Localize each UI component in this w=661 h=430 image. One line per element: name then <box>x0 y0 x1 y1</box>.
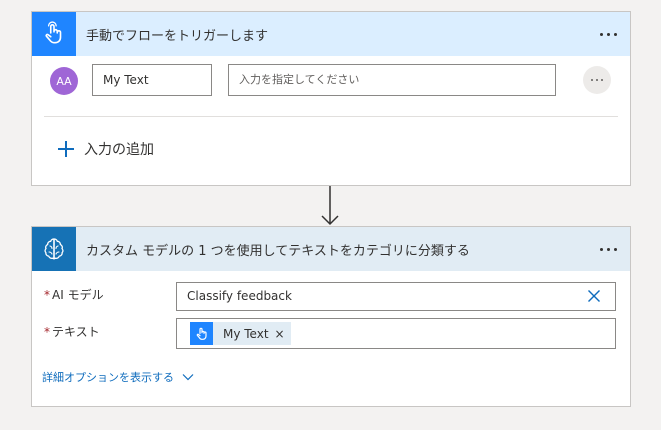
trigger-more-button[interactable] <box>596 24 620 44</box>
hand-tap-icon <box>32 12 76 56</box>
trigger-header[interactable]: 手動でフローをトリガーします <box>32 12 630 56</box>
show-advanced-options-link[interactable]: 詳細オプションを表示する <box>42 369 194 385</box>
trigger-card: 手動でフローをトリガーします AA My Text 入力を指定してください 入力… <box>31 11 631 186</box>
trigger-input-row: AA My Text 入力を指定してください <box>32 56 630 116</box>
close-icon[interactable] <box>587 289 601 303</box>
input-more-button[interactable] <box>583 66 611 94</box>
input-name-field[interactable]: My Text <box>92 64 212 96</box>
more-dots-icon <box>591 79 603 81</box>
action-card: カスタム モデルの 1 つを使用してテキストをカテゴリに分類する * AI モデル… <box>31 226 631 407</box>
divider <box>44 116 618 117</box>
required-mark: * <box>44 325 50 339</box>
ai-brain-icon <box>32 227 76 271</box>
avatar-text: AA <box>56 74 72 88</box>
required-mark: * <box>44 288 50 302</box>
ai-model-label-text: AI モデル <box>52 288 104 302</box>
trigger-title: 手動でフローをトリガーします <box>86 28 269 44</box>
chevron-down-icon <box>182 374 194 381</box>
add-input-label: 入力の追加 <box>84 142 154 158</box>
ai-model-label: * AI モデル <box>44 286 104 303</box>
input-prompt-field[interactable]: 入力を指定してください <box>228 64 556 96</box>
ai-model-value: Classify feedback <box>187 289 292 303</box>
add-input-button[interactable]: 入力の追加 <box>58 139 154 159</box>
text-label: * テキスト <box>44 323 100 340</box>
more-dots-icon <box>599 32 617 36</box>
hand-tap-icon <box>190 322 213 345</box>
advanced-options-label: 詳細オプションを表示する <box>42 371 174 384</box>
dynamic-content-token[interactable]: My Text × <box>190 322 291 345</box>
text-type-avatar: AA <box>50 67 78 95</box>
more-dots-icon <box>599 247 617 251</box>
text-label-text: テキスト <box>52 325 100 339</box>
action-title: カスタム モデルの 1 つを使用してテキストをカテゴリに分類する <box>86 243 470 259</box>
token-label: My Text <box>223 326 269 341</box>
arrow-down-icon <box>321 186 339 226</box>
action-header[interactable]: カスタム モデルの 1 つを使用してテキストをカテゴリに分類する <box>32 227 630 271</box>
text-input-field[interactable]: My Text × <box>176 318 616 349</box>
ai-model-field[interactable]: Classify feedback <box>176 282 616 311</box>
token-remove-button[interactable]: × <box>275 327 285 341</box>
action-more-button[interactable] <box>596 239 620 259</box>
plus-icon <box>58 141 74 157</box>
